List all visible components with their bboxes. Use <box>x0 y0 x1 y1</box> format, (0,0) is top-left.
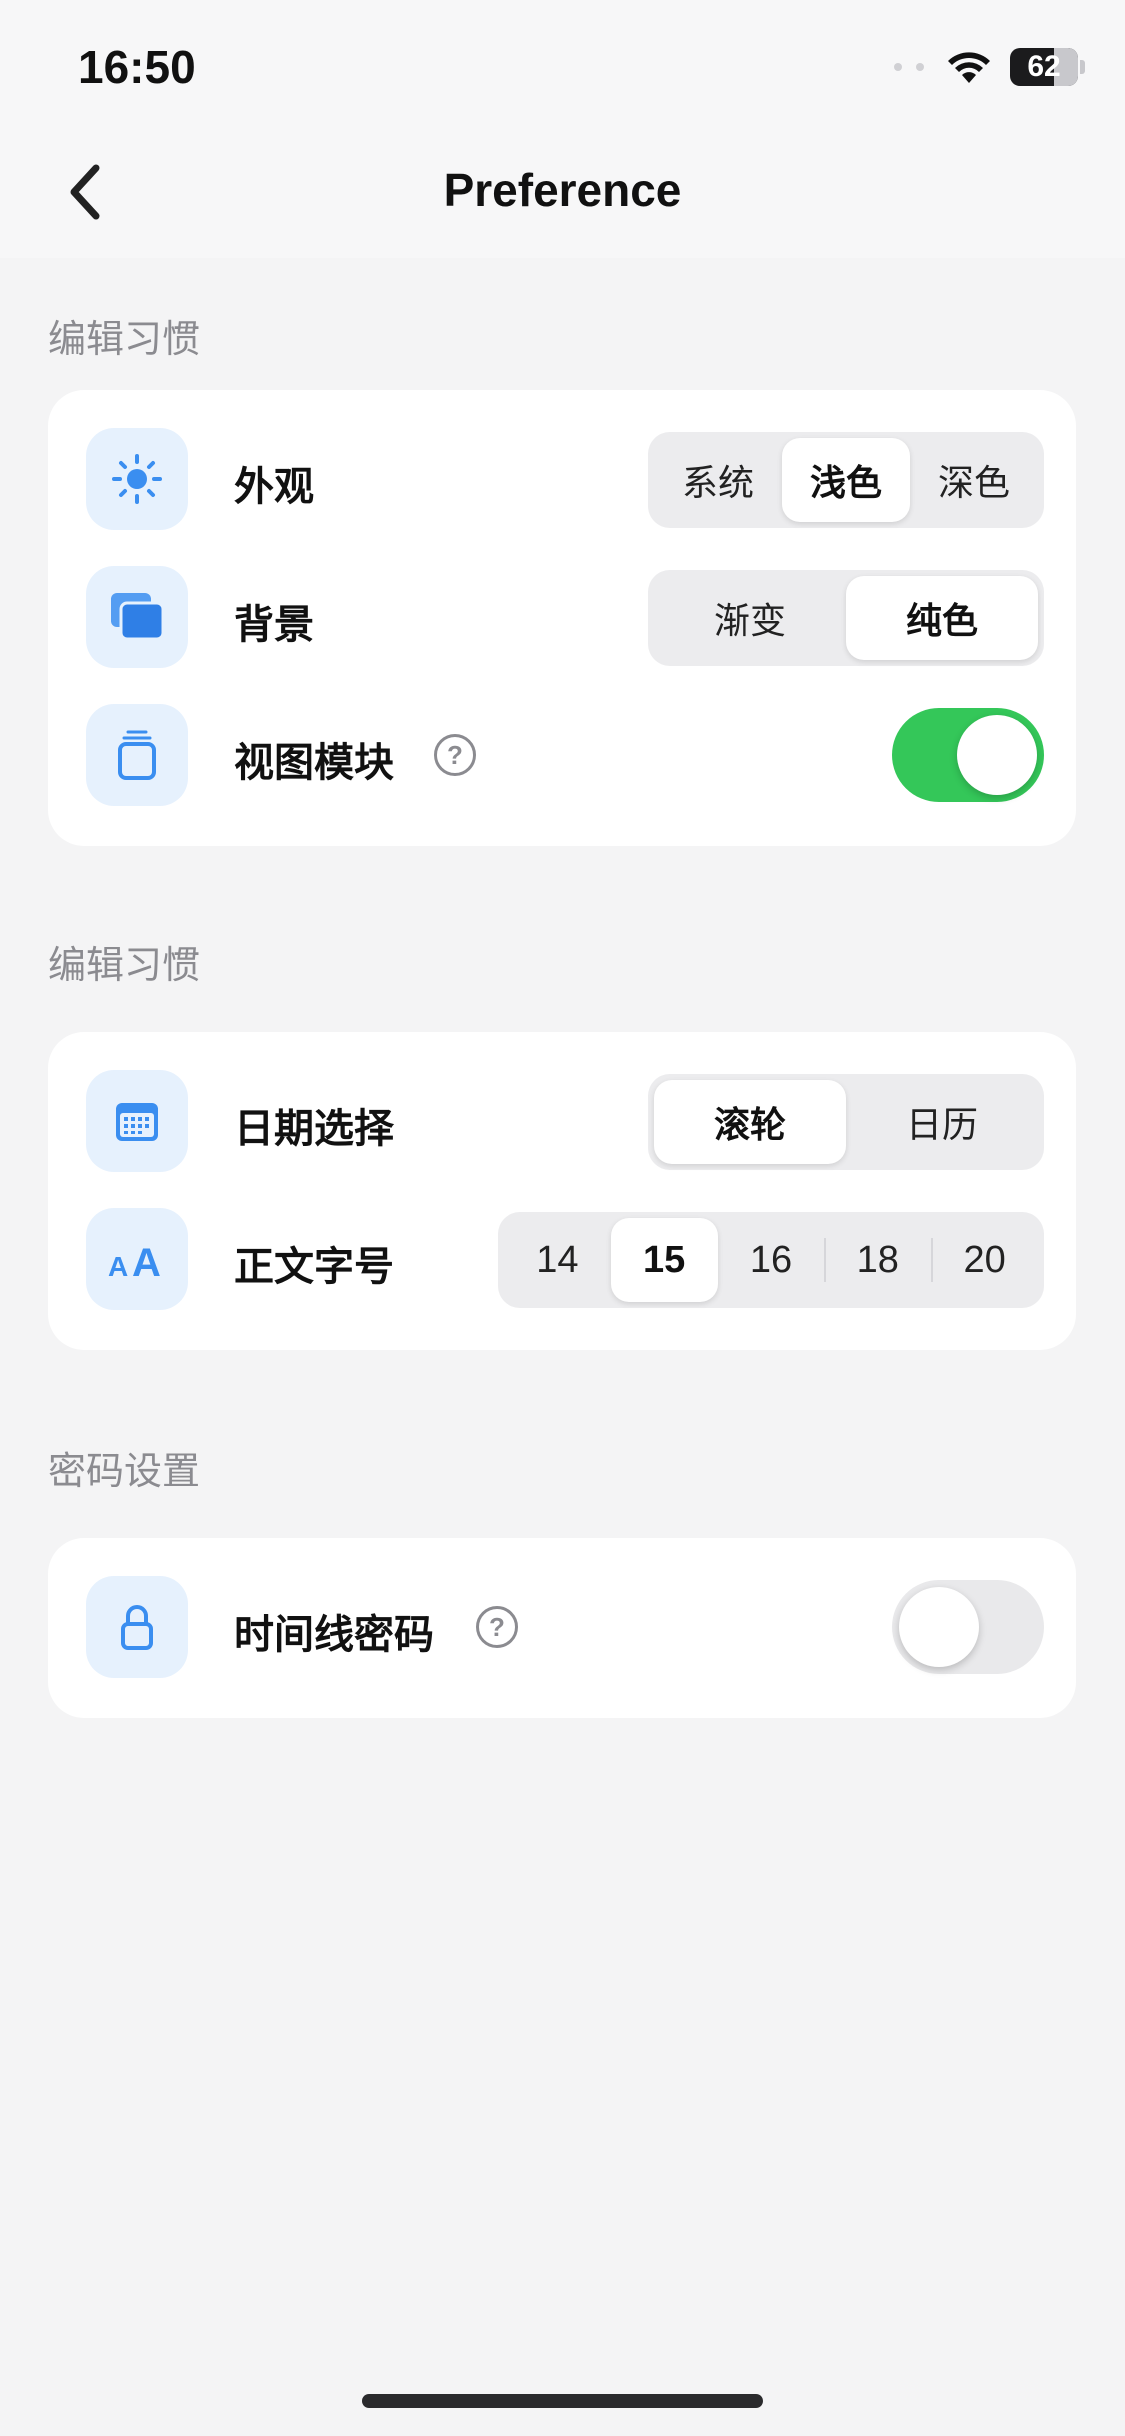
font-size-option-16-text: 16 <box>749 1238 793 1281</box>
nav-bar: Preference <box>0 130 1125 258</box>
font-size-option-15[interactable]: 15 <box>610 1218 718 1302</box>
status-bar: 16:50 62 <box>0 0 1125 130</box>
row-font-size: A A 正文字号 14 15 16 18 20 <box>48 1208 1076 1312</box>
font-size-option-16[interactable]: 16 <box>718 1218 825 1302</box>
font-size-option-14[interactable]: 14 <box>504 1218 611 1302</box>
sun-icon <box>86 428 188 530</box>
status-icons: 62 <box>894 48 1085 86</box>
settings-card-password: 时间线密码 ? <box>48 1538 1076 1718</box>
date-picker-option-wheel[interactable]: 滚轮 <box>654 1080 846 1164</box>
background-option-solid[interactable]: 纯色 <box>846 576 1038 660</box>
section-header-editing-habits-2: 编辑习惯 <box>48 943 201 987</box>
svg-text:A: A <box>108 1251 128 1282</box>
font-size-option-20[interactable]: 20 <box>931 1218 1038 1302</box>
date-picker-segmented-control: 滚轮 日历 <box>648 1074 1044 1170</box>
stack-icon <box>86 704 188 806</box>
section-header-password: 密码设置 <box>48 1449 201 1493</box>
section-header-editing-habits: 编辑习惯 <box>48 317 201 361</box>
row-date-picker: 日期选择 滚轮 日历 <box>48 1070 1076 1174</box>
timeline-password-label: 时间线密码 <box>234 1612 434 1658</box>
calendar-icon <box>86 1070 188 1172</box>
settings-card-editing: 日期选择 滚轮 日历 A A 正文字号 14 15 16 18 20 <box>48 1032 1076 1350</box>
row-appearance: 外观 系统 浅色 深色 <box>48 428 1076 532</box>
appearance-label: 外观 <box>234 464 314 510</box>
row-timeline-password: 时间线密码 ? <box>48 1576 1076 1680</box>
background-label: 背景 <box>234 602 314 648</box>
timeline-password-toggle[interactable] <box>892 1580 1044 1674</box>
background-segmented-control: 渐变 纯色 <box>648 570 1044 666</box>
view-module-toggle[interactable] <box>892 708 1044 802</box>
row-background: 背景 渐变 纯色 <box>48 566 1076 670</box>
timeline-password-help-icon[interactable]: ? <box>476 1606 518 1648</box>
font-size-segmented-control: 14 15 16 18 20 <box>498 1212 1044 1308</box>
battery-level: 62 <box>1027 50 1061 83</box>
status-time: 16:50 <box>78 41 196 93</box>
toggle-knob <box>899 1587 979 1667</box>
text-size-icon: A A <box>86 1208 188 1310</box>
cellular-signal-icon <box>894 63 924 71</box>
font-size-option-20-text: 20 <box>963 1238 1006 1281</box>
page-title: Preference <box>443 164 682 216</box>
appearance-option-dark[interactable]: 深色 <box>910 438 1038 522</box>
svg-text:A: A <box>132 1241 161 1282</box>
lock-icon <box>86 1576 188 1678</box>
date-picker-option-calendar[interactable]: 日历 <box>846 1080 1038 1164</box>
view-module-help-icon[interactable]: ? <box>434 734 476 776</box>
date-picker-label: 日期选择 <box>234 1106 394 1152</box>
toggle-knob <box>957 715 1037 795</box>
battery-icon: 62 <box>1010 48 1078 86</box>
settings-card-display: 外观 系统 浅色 深色 背景 渐变 纯色 视图模块 ? <box>48 390 1076 846</box>
row-view-module: 视图模块 ? <box>48 704 1076 808</box>
font-size-option-18[interactable]: 18 <box>824 1218 931 1302</box>
wifi-icon <box>946 49 992 85</box>
stacked-cards-icon <box>86 566 188 668</box>
appearance-segmented-control: 系统 浅色 深色 <box>648 432 1044 528</box>
background-option-gradient[interactable]: 渐变 <box>654 576 846 660</box>
home-indicator <box>362 2394 763 2408</box>
appearance-option-system[interactable]: 系统 <box>654 438 782 522</box>
font-size-option-18-text: 18 <box>856 1238 899 1281</box>
view-module-label: 视图模块 <box>234 740 394 786</box>
font-size-label: 正文字号 <box>234 1244 394 1290</box>
appearance-option-light[interactable]: 浅色 <box>782 438 910 522</box>
